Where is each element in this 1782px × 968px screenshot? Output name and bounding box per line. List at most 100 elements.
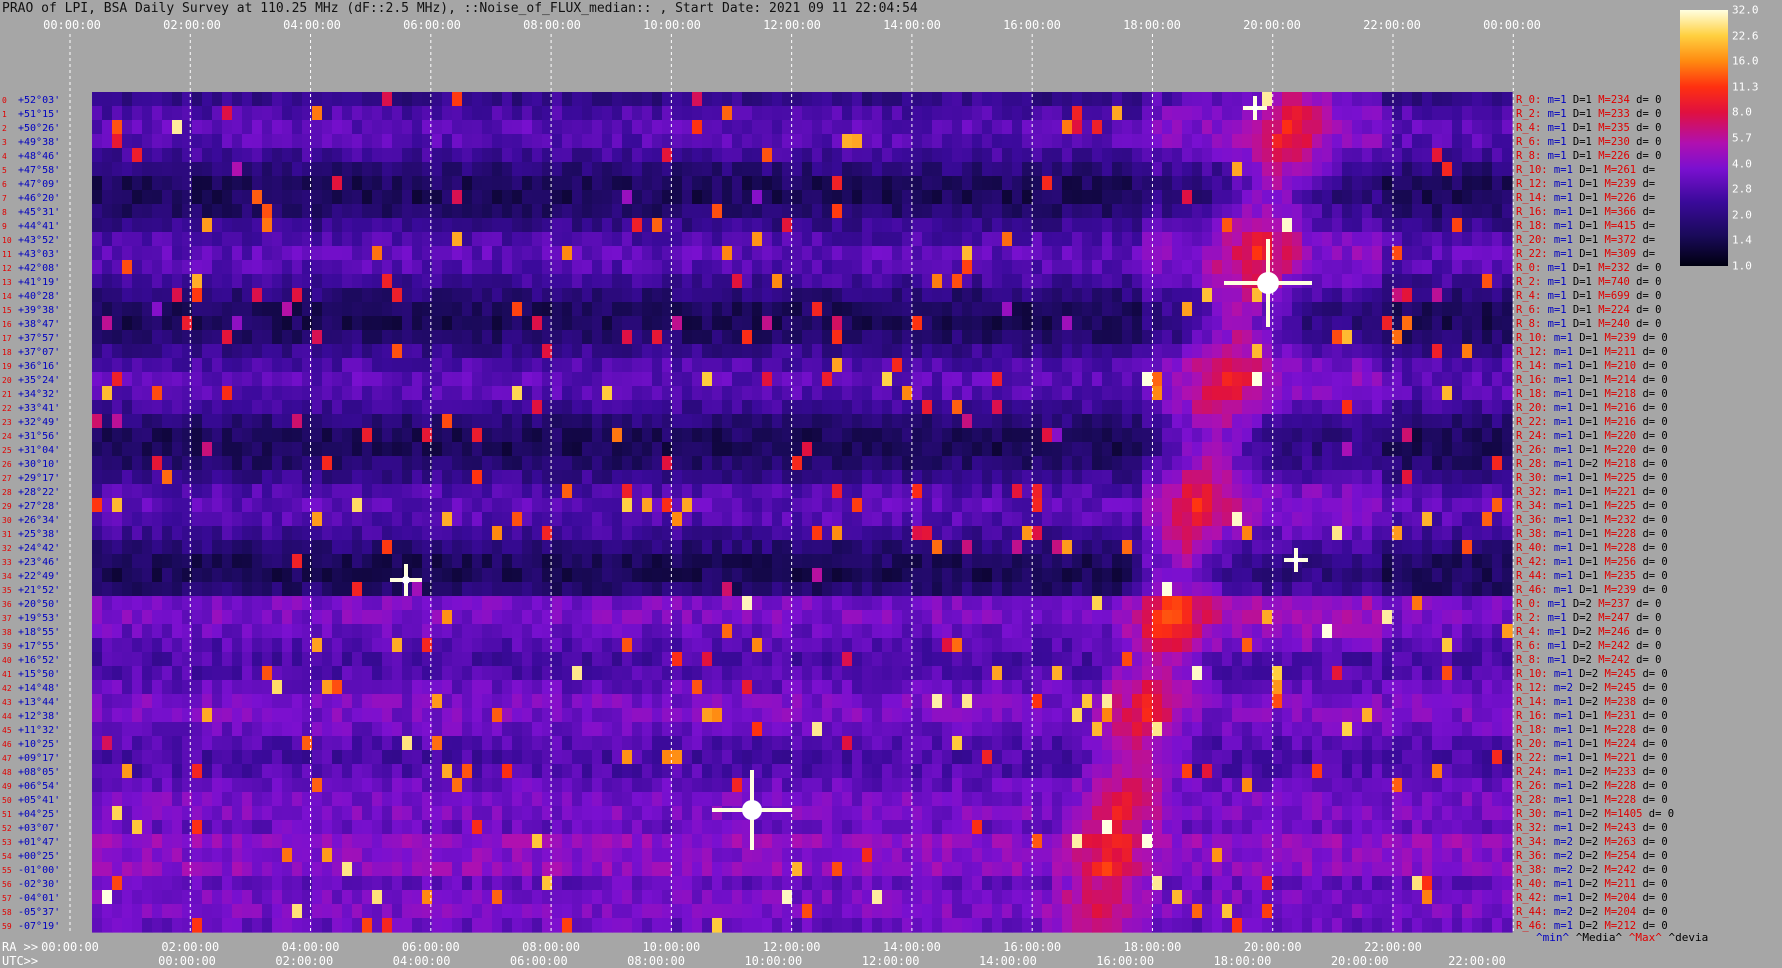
- ra-tick-label: 00:00:00: [41, 940, 99, 954]
- ra-tick-label: 22:00:00: [1364, 940, 1422, 954]
- row-stat: R_0: m=1 D=1 M=234 d= 0: [1516, 94, 1661, 106]
- row-stat: R_40: m=1 D=1 M=228 d= 0: [1516, 542, 1668, 554]
- row-stat: R_14: m=1 D=1 M=210 d= 0: [1516, 360, 1668, 372]
- row-index: 7: [2, 194, 7, 203]
- row-index: 25: [2, 446, 12, 455]
- row-stat: R_12: m=1 D=1 M=211 d= 0: [1516, 346, 1668, 358]
- ra-tick-label: 20:00:00: [1243, 940, 1302, 954]
- colorbar-tick-label: 8.0: [1732, 105, 1752, 119]
- colorbar: [1680, 10, 1728, 266]
- row-declination: +29°17': [18, 473, 60, 484]
- utc-tick-label: 08:00:00: [627, 954, 685, 968]
- row-declination: +10°25': [18, 739, 60, 750]
- row-declination: +11°32': [18, 725, 60, 736]
- ra-axis-label: RA >>: [2, 940, 39, 954]
- row-declination: +04°25': [18, 809, 60, 820]
- row-declination: +43°52': [18, 235, 60, 246]
- utc-tick-label: 04:00:00: [392, 954, 451, 968]
- row-declination: +35°24': [18, 375, 60, 386]
- row-declination: +25°38': [18, 529, 60, 540]
- ra-tick-label: 16:00:00: [1003, 940, 1062, 954]
- row-index: 21: [2, 390, 12, 399]
- row-index: 29: [2, 502, 12, 511]
- row-stat: R_46: m=1 D=1 M=239 d= 0: [1516, 584, 1668, 596]
- row-declination: +13°44': [18, 697, 60, 708]
- row-index: 19: [2, 362, 12, 371]
- row-stat: R_20: m=1 D=1 M=216 d= 0: [1516, 402, 1668, 414]
- row-index: 39: [2, 642, 12, 651]
- row-stat: R_38: m=1 D=1 M=228 d= 0: [1516, 528, 1668, 540]
- row-stat: R_14: m=1 D=1 M=226 d=: [1516, 192, 1655, 204]
- row-declination: +50°26': [18, 123, 60, 134]
- row-declination: +23°46': [18, 557, 60, 568]
- row-declination: +47°58': [18, 165, 60, 176]
- row-declination: +37°57': [18, 333, 60, 344]
- row-stat: R_26: m=1 D=1 M=220 d= 0: [1516, 444, 1668, 456]
- utc-tick-label: 18:00:00: [1213, 954, 1272, 968]
- legend-max: ^Max^: [1628, 931, 1662, 944]
- row-stats-right: R_0: m=1 D=1 M=234 d= 0 R_2: m=1 D=1 M=23…: [1516, 94, 1674, 932]
- row-index: 4: [2, 152, 7, 161]
- utc-tick-label: 14:00:00: [979, 954, 1037, 968]
- row-stat: R_44: m=2 D=2 M=204 d= 0: [1516, 906, 1668, 918]
- colorbar-tick-label: 1.4: [1732, 233, 1752, 247]
- row-index: 36: [2, 600, 12, 609]
- stats-legend: ^min^ ^Media^ ^Max^ ^devia: [1536, 931, 1708, 944]
- row-stat: R_30: m=1 D=2 M=1405 d= 0: [1516, 808, 1674, 820]
- row-declination: +01°47': [18, 837, 60, 848]
- row-index: 28: [2, 488, 12, 497]
- row-declination: +43°03': [18, 249, 60, 260]
- row-stat: R_2: m=1 D=1 M=233 d= 0: [1516, 108, 1661, 120]
- row-index: 33: [2, 558, 12, 567]
- row-stat: R_10: m=1 D=2 M=245 d= 0: [1516, 668, 1668, 680]
- colorbar-tick-label: 2.8: [1732, 182, 1752, 196]
- row-index: 22: [2, 404, 12, 413]
- row-stat: R_8: m=1 D=2 M=242 d= 0: [1516, 654, 1661, 666]
- row-labels-left: 0 +52°03' 1 +51°15' 2 +50°26' 3 +49°38' 4 +48°46'…: [2, 95, 60, 932]
- row-declination: +32°49': [18, 417, 60, 428]
- row-index: 59: [2, 922, 12, 931]
- row-stat: R_16: m=1 D=1 M=214 d= 0: [1516, 374, 1668, 386]
- utc-tick-label: 10:00:00: [744, 954, 803, 968]
- row-declination: +36°16': [18, 361, 60, 372]
- colorbar-tick-label: 11.3: [1732, 80, 1759, 94]
- heatmap-cells: [92, 92, 1513, 933]
- row-stat: R_18: m=1 D=1 M=415 d=: [1516, 220, 1655, 232]
- row-declination: +20°50': [18, 599, 60, 610]
- row-stat: R_0: m=1 D=2 M=237 d= 0: [1516, 598, 1661, 610]
- legend-median: ^Media^: [1575, 931, 1623, 944]
- row-declination: +31°04': [18, 445, 60, 456]
- colorbar-tick-label: 2.0: [1732, 208, 1752, 222]
- row-index: 49: [2, 782, 12, 791]
- row-stat: R_44: m=1 D=1 M=235 d= 0: [1516, 570, 1668, 582]
- row-index: 42: [2, 684, 12, 693]
- row-stat: R_40: m=1 D=2 M=211 d= 0: [1516, 878, 1668, 890]
- row-stat: R_6: m=1 D=2 M=242 d= 0: [1516, 640, 1661, 652]
- row-index: 10: [2, 236, 12, 245]
- row-index: 23: [2, 418, 12, 427]
- row-declination: +16°52': [18, 655, 60, 666]
- row-stat: R_12: m=2 D=2 M=245 d= 0: [1516, 682, 1668, 694]
- row-stat: R_26: m=1 D=2 M=228 d= 0: [1516, 780, 1668, 792]
- row-index: 5: [2, 166, 7, 175]
- row-declination: +22°49': [18, 571, 60, 582]
- row-index: 30: [2, 516, 12, 525]
- row-stat: R_32: m=1 D=2 M=243 d= 0: [1516, 822, 1668, 834]
- row-index: 13: [2, 278, 12, 287]
- row-declination: +26°34': [18, 515, 60, 526]
- row-index: 55: [2, 866, 12, 875]
- row-index: 27: [2, 474, 12, 483]
- row-declination: +46°20': [18, 193, 60, 204]
- row-index: 58: [2, 908, 12, 917]
- row-stat: R_22: m=1 D=1 M=221 d= 0: [1516, 752, 1668, 764]
- row-index: 38: [2, 628, 12, 637]
- row-stat: R_30: m=1 D=1 M=225 d= 0: [1516, 472, 1668, 484]
- row-index: 3: [2, 138, 7, 147]
- row-declination: -04°01': [18, 893, 60, 904]
- row-declination: -01°00': [18, 865, 60, 876]
- row-index: 32: [2, 544, 12, 553]
- source-core: [1252, 105, 1258, 111]
- ra-tick-label: 04:00:00: [281, 940, 340, 954]
- ra-tick-label: 10:00:00: [642, 940, 701, 954]
- legend-devia: ^devia: [1668, 931, 1709, 944]
